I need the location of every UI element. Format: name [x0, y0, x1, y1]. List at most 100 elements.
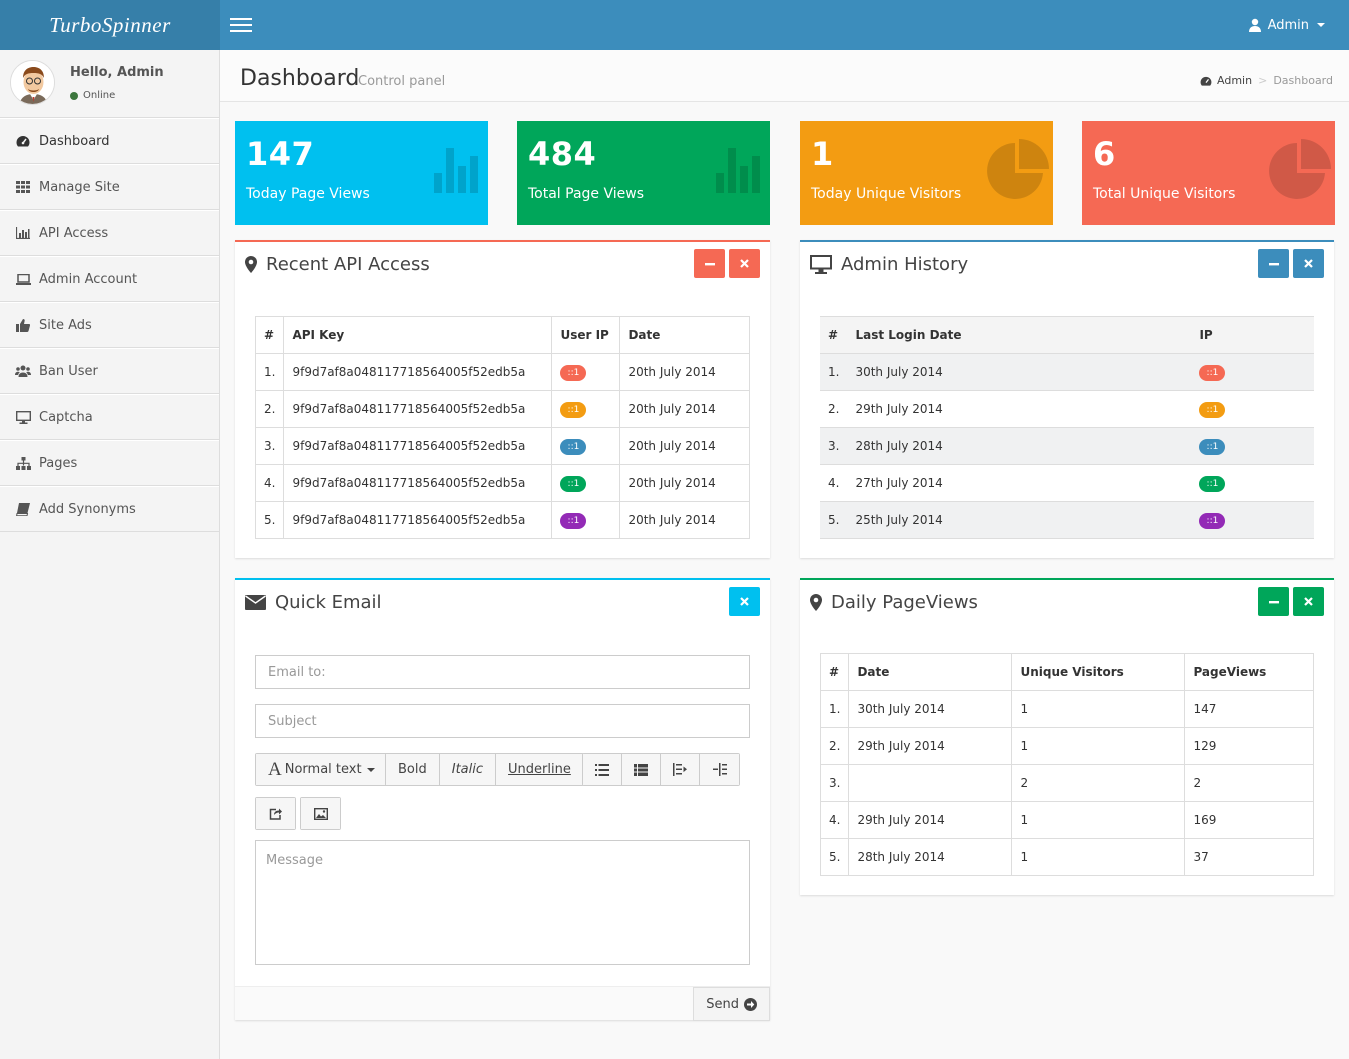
row-number: 2.	[819, 727, 850, 765]
minus-icon	[1268, 262, 1279, 265]
font-icon: A	[268, 758, 282, 780]
insert-image-button[interactable]	[301, 798, 340, 829]
message-textarea[interactable]	[255, 840, 750, 965]
sidebar-item-captcha[interactable]: Captcha	[0, 394, 219, 440]
page-views: 37	[1184, 838, 1314, 876]
underline-button[interactable]: Underline	[496, 754, 583, 785]
box-title: Recent API Access	[245, 252, 430, 276]
table-row: 1. 30th July 2014 1 147	[819, 690, 1314, 728]
sidebar-toggle-icon[interactable]	[230, 14, 254, 36]
close-button[interactable]	[1293, 249, 1324, 278]
user-status: Online	[70, 90, 115, 101]
send-button[interactable]: Send	[693, 987, 770, 1021]
api-key: 9f9d7af8a048117718564005f52edb5a	[283, 427, 553, 465]
sidebar-item-dashboard[interactable]: Dashboard	[0, 118, 219, 164]
sidebar-item-label: Site Ads	[39, 317, 92, 333]
access-date: 20th July 2014	[619, 353, 750, 391]
collapse-button[interactable]	[1258, 587, 1289, 616]
login-date: 27th July 2014	[847, 464, 1192, 502]
column-header: User IP	[551, 316, 621, 354]
pie-chart-icon	[1267, 139, 1331, 203]
box-title-label: Quick Email	[275, 591, 382, 613]
box-tools	[729, 587, 760, 616]
stat-label: Total Page Views	[528, 186, 645, 202]
table-row: 3. 2 2	[819, 764, 1314, 802]
column-header: Date	[619, 316, 750, 354]
close-button[interactable]	[729, 587, 760, 616]
minus-icon	[1268, 600, 1279, 603]
row-number: 4.	[254, 464, 285, 502]
dashboard-icon	[15, 134, 31, 148]
user-menu[interactable]: Admin	[1248, 0, 1325, 50]
stat-label: Today Unique Visitors	[811, 186, 962, 202]
access-date: 20th July 2014	[619, 427, 750, 465]
ip-badge: ::1	[560, 438, 587, 455]
ip-badge: ::1	[1199, 364, 1226, 381]
sidebar-item-label: Admin Account	[39, 271, 138, 287]
row-number: 5.	[819, 838, 850, 876]
sidebar-item-manage-site[interactable]: Manage Site	[0, 164, 219, 210]
close-button[interactable]	[1293, 587, 1324, 616]
sidebar-item-ban-user[interactable]: Ban User	[0, 348, 219, 394]
view-date: 29th July 2014	[848, 801, 1013, 839]
font-style-button[interactable]: A Normal text	[256, 754, 387, 785]
collapse-button[interactable]	[694, 249, 725, 278]
italic-button[interactable]: Italic	[439, 754, 497, 785]
sidebar-item-site-ads[interactable]: Site Ads	[0, 302, 219, 348]
column-header: Date	[848, 653, 1013, 691]
breadcrumb-home[interactable]: Admin	[1200, 74, 1252, 87]
daily-pageviews-table: # Date Unique Visitors PageViews 1. 30th …	[819, 653, 1314, 876]
sidebar-item-add-synonyms[interactable]: Add Synonyms	[0, 486, 219, 532]
subject-input[interactable]	[255, 704, 750, 738]
view-date: 28th July 2014	[848, 838, 1013, 876]
collapse-button[interactable]	[1258, 249, 1289, 278]
close-button[interactable]	[729, 249, 760, 278]
row-number: 3.	[254, 427, 285, 465]
sidebar-item-admin-account[interactable]: Admin Account	[0, 256, 219, 302]
desktop-icon	[15, 410, 31, 424]
bold-button[interactable]: Bold	[386, 754, 440, 785]
table-row: 5. 28th July 2014 1 37	[819, 838, 1314, 876]
column-header: Last Login Date	[847, 316, 1192, 354]
app-logo[interactable]: TurboSpinner	[0, 0, 220, 50]
list-ul-icon	[595, 763, 609, 776]
column-header: API Key	[283, 316, 553, 354]
insert-link-button[interactable]	[256, 798, 295, 829]
stat-today-unique-visitors: 1 Today Unique Visitors	[800, 121, 1053, 225]
api-key: 9f9d7af8a048117718564005f52edb5a	[283, 390, 553, 428]
recent-api-access-box: Recent API Access # API Key User IP Date…	[235, 240, 770, 558]
online-dot-icon	[70, 91, 78, 100]
sidebar-item-pages[interactable]: Pages	[0, 440, 219, 486]
stat-today-page-views: 147 Today Page Views	[235, 121, 488, 225]
table-row: 2. 29th July 2014::1	[820, 390, 1314, 428]
pie-chart-icon	[985, 139, 1049, 203]
page-views: 129	[1184, 727, 1314, 765]
email-to-input[interactable]	[255, 655, 750, 689]
stat-value: 147	[246, 135, 315, 173]
font-style-dropdown[interactable]: A Normal text	[255, 753, 388, 786]
table-row: 4. 9f9d7af8a048117718564005f52edb5a::1 20t…	[254, 464, 750, 502]
table-row: 2. 9f9d7af8a048117718564005f52edb5a::1 20t…	[254, 390, 750, 428]
api-key: 9f9d7af8a048117718564005f52edb5a	[283, 464, 553, 502]
unique-visitors: 2	[1011, 764, 1186, 802]
box-tools	[1258, 249, 1324, 278]
table-row: 1. 30th July 2014::1	[820, 353, 1314, 391]
access-date: 20th July 2014	[619, 464, 750, 502]
sidebar-item-api-access[interactable]: API Access	[0, 210, 219, 256]
map-marker-icon	[810, 593, 822, 611]
ordered-list-button[interactable]	[622, 754, 661, 785]
sitemap-icon	[15, 456, 31, 470]
unordered-list-button[interactable]	[583, 754, 622, 785]
sidebar-item-label: Pages	[39, 455, 78, 471]
box-title: Admin History	[810, 252, 968, 276]
chevron-down-icon	[366, 767, 375, 772]
indent-button[interactable]	[700, 754, 739, 785]
table-row: 4. 27th July 2014::1	[820, 464, 1314, 502]
user-status-label: Online	[83, 90, 116, 101]
avatar	[10, 60, 55, 105]
sidebar-item-label: Dashboard	[39, 133, 110, 149]
picture-icon	[313, 807, 328, 820]
font-style-label: Normal text	[284, 762, 362, 777]
bar-chart-icon	[434, 148, 484, 193]
outdent-button[interactable]	[661, 754, 700, 785]
